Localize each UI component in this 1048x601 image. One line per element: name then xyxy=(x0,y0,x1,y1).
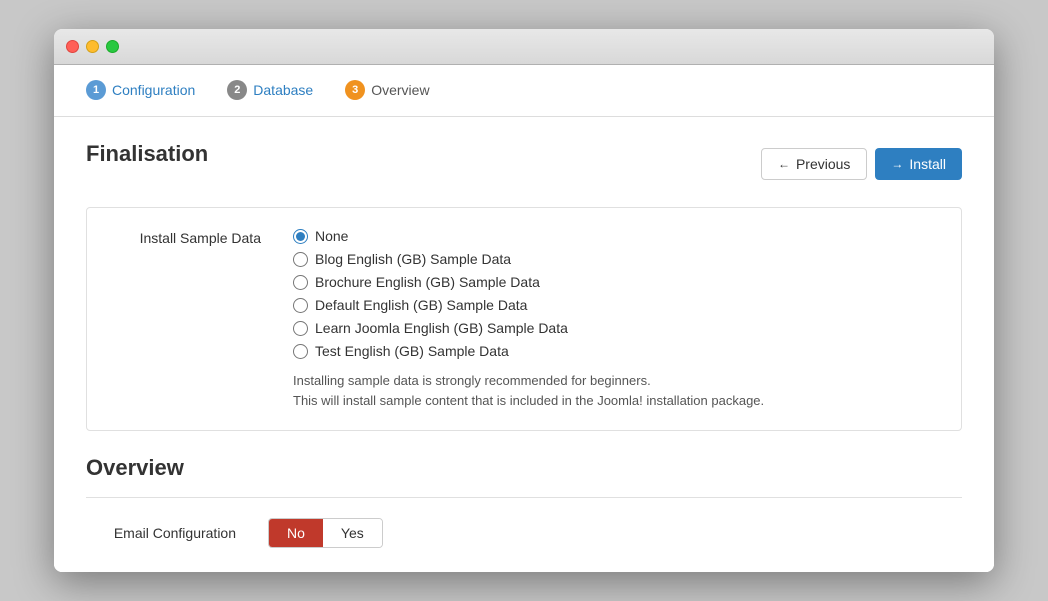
main-content: Finalisation ← Previous → Install Instal… xyxy=(54,117,994,572)
sample-data-row: Install Sample Data None Blog English (G… xyxy=(111,228,937,410)
traffic-lights xyxy=(66,40,119,53)
finalisation-title: Finalisation xyxy=(86,141,208,167)
overview-title: Overview xyxy=(86,455,962,481)
titlebar xyxy=(54,29,994,65)
radio-test-en[interactable]: Test English (GB) Sample Data xyxy=(293,343,937,359)
install-arrow-icon: → xyxy=(891,157,903,171)
radio-blog-en-label: Blog English (GB) Sample Data xyxy=(315,251,511,267)
radio-learn-en[interactable]: Learn Joomla English (GB) Sample Data xyxy=(293,320,937,336)
sample-data-field: None Blog English (GB) Sample Data Broch… xyxy=(293,228,937,410)
install-label: Install xyxy=(909,156,946,172)
minimize-button[interactable] xyxy=(86,40,99,53)
previous-label: Previous xyxy=(796,156,850,172)
tab-badge-database: 2 xyxy=(227,80,247,100)
maximize-button[interactable] xyxy=(106,40,119,53)
radio-default-en-input[interactable] xyxy=(293,298,308,313)
overview-section: Overview Email Configuration No Yes xyxy=(86,455,962,548)
install-button[interactable]: → Install xyxy=(875,148,962,180)
tab-label-configuration: Configuration xyxy=(112,82,195,98)
close-button[interactable] xyxy=(66,40,79,53)
tab-configuration[interactable]: 1 Configuration xyxy=(70,65,211,117)
radio-blog-en-input[interactable] xyxy=(293,252,308,267)
toggle-no-button[interactable]: No xyxy=(269,519,323,547)
radio-brochure-en[interactable]: Brochure English (GB) Sample Data xyxy=(293,274,937,290)
overview-divider xyxy=(86,497,962,498)
radio-blog-en[interactable]: Blog English (GB) Sample Data xyxy=(293,251,937,267)
radio-test-en-input[interactable] xyxy=(293,344,308,359)
radio-test-en-label: Test English (GB) Sample Data xyxy=(315,343,509,359)
main-window: 1 Configuration 2 Database 3 Overview Fi… xyxy=(54,29,994,572)
hint-line1: Installing sample data is strongly recom… xyxy=(293,371,937,391)
radio-none-label: None xyxy=(315,228,348,244)
sample-data-section: Install Sample Data None Blog English (G… xyxy=(86,207,962,431)
radio-learn-en-input[interactable] xyxy=(293,321,308,336)
sample-data-label: Install Sample Data xyxy=(111,228,261,246)
tab-badge-configuration: 1 xyxy=(86,80,106,100)
radio-none[interactable]: None xyxy=(293,228,937,244)
tabs-bar: 1 Configuration 2 Database 3 Overview xyxy=(54,65,994,117)
email-config-row: Email Configuration No Yes xyxy=(86,518,962,548)
toggle-yes-button[interactable]: Yes xyxy=(323,519,382,547)
radio-default-en-label: Default English (GB) Sample Data xyxy=(315,297,527,313)
tab-overview[interactable]: 3 Overview xyxy=(329,65,445,117)
radio-brochure-en-label: Brochure English (GB) Sample Data xyxy=(315,274,540,290)
radio-brochure-en-input[interactable] xyxy=(293,275,308,290)
finalisation-header: Finalisation ← Previous → Install xyxy=(86,141,962,187)
tab-badge-overview: 3 xyxy=(345,80,365,100)
tab-label-overview: Overview xyxy=(371,82,429,98)
action-buttons: ← Previous → Install xyxy=(761,148,962,180)
previous-arrow-icon: ← xyxy=(778,157,790,171)
window-content: 1 Configuration 2 Database 3 Overview Fi… xyxy=(54,65,994,572)
radio-default-en[interactable]: Default English (GB) Sample Data xyxy=(293,297,937,313)
email-toggle-group: No Yes xyxy=(268,518,383,548)
sample-data-hint: Installing sample data is strongly recom… xyxy=(293,371,937,410)
previous-button[interactable]: ← Previous xyxy=(761,148,867,180)
email-config-label: Email Configuration xyxy=(86,525,236,541)
tab-database[interactable]: 2 Database xyxy=(211,65,329,117)
sample-data-radio-group: None Blog English (GB) Sample Data Broch… xyxy=(293,228,937,359)
tab-label-database: Database xyxy=(253,82,313,98)
radio-none-input[interactable] xyxy=(293,229,308,244)
radio-learn-en-label: Learn Joomla English (GB) Sample Data xyxy=(315,320,568,336)
hint-line2: This will install sample content that is… xyxy=(293,391,937,411)
